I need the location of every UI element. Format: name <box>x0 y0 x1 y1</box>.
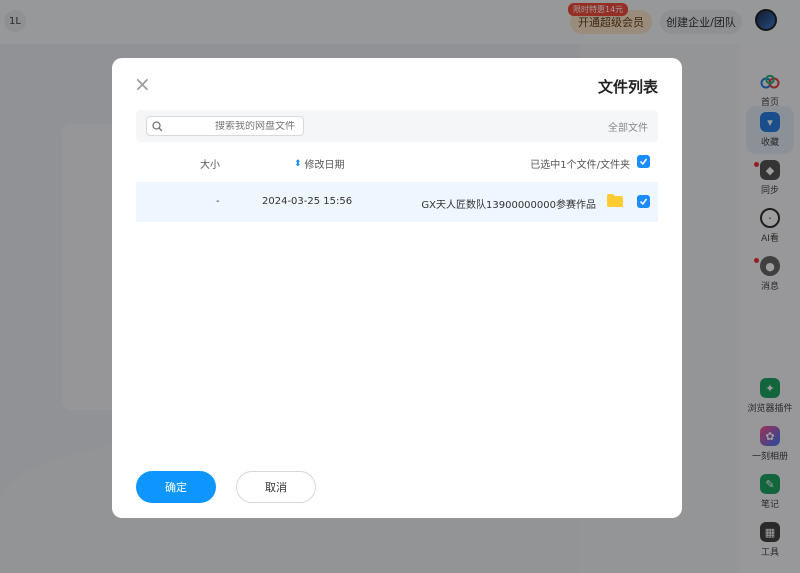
search-icon <box>149 118 165 134</box>
search-box[interactable] <box>146 116 304 136</box>
search-input[interactable] <box>165 120 295 132</box>
breadcrumb[interactable]: 全部文件 <box>608 119 648 134</box>
row-date: 2024-03-25 15:56 <box>262 196 353 207</box>
column-date[interactable]: ⬍ 修改日期 <box>294 156 345 172</box>
column-size[interactable]: 大小 <box>200 156 220 171</box>
column-date-label: 修改日期 <box>304 160 345 171</box>
table-row[interactable]: - 2024-03-25 15:56 GX天人匠数队13900000000参赛作… <box>136 182 658 222</box>
confirm-button[interactable]: 确定 <box>136 471 216 503</box>
dialog-title: 文件列表 <box>597 78 658 96</box>
file-list-dialog: 文件列表 × 全部文件 大小 ⬍ 修改日期 已选中1个文件/文件夹 - 2024… <box>112 58 682 518</box>
row-checkbox[interactable] <box>637 195 650 208</box>
sort-icon[interactable]: ⬍ <box>294 159 302 169</box>
select-all-checkbox[interactable] <box>637 155 650 168</box>
table-header: 大小 ⬍ 修改日期 已选中1个文件/文件夹 <box>136 150 658 174</box>
column-name: 已选中1个文件/文件夹 <box>530 160 630 171</box>
cancel-button[interactable]: 取消 <box>236 471 316 503</box>
folder-icon <box>606 193 624 208</box>
row-name[interactable]: GX天人匠数队13900000000参赛作品 <box>421 196 596 211</box>
close-icon[interactable]: × <box>134 74 151 94</box>
row-size: - <box>216 196 220 207</box>
path-bar: 全部文件 <box>136 110 658 142</box>
